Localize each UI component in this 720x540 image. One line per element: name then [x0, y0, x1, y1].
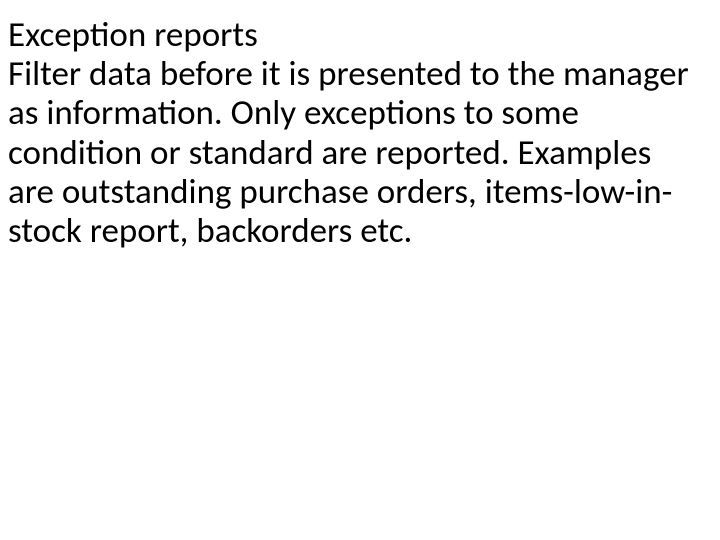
slide-heading: Exception reports [8, 16, 700, 55]
slide-body: Filter data before it is presented to th… [8, 55, 700, 251]
slide: Exception reports Filter data before it … [0, 0, 720, 540]
slide-text-block: Exception reports Filter data before it … [8, 16, 700, 251]
